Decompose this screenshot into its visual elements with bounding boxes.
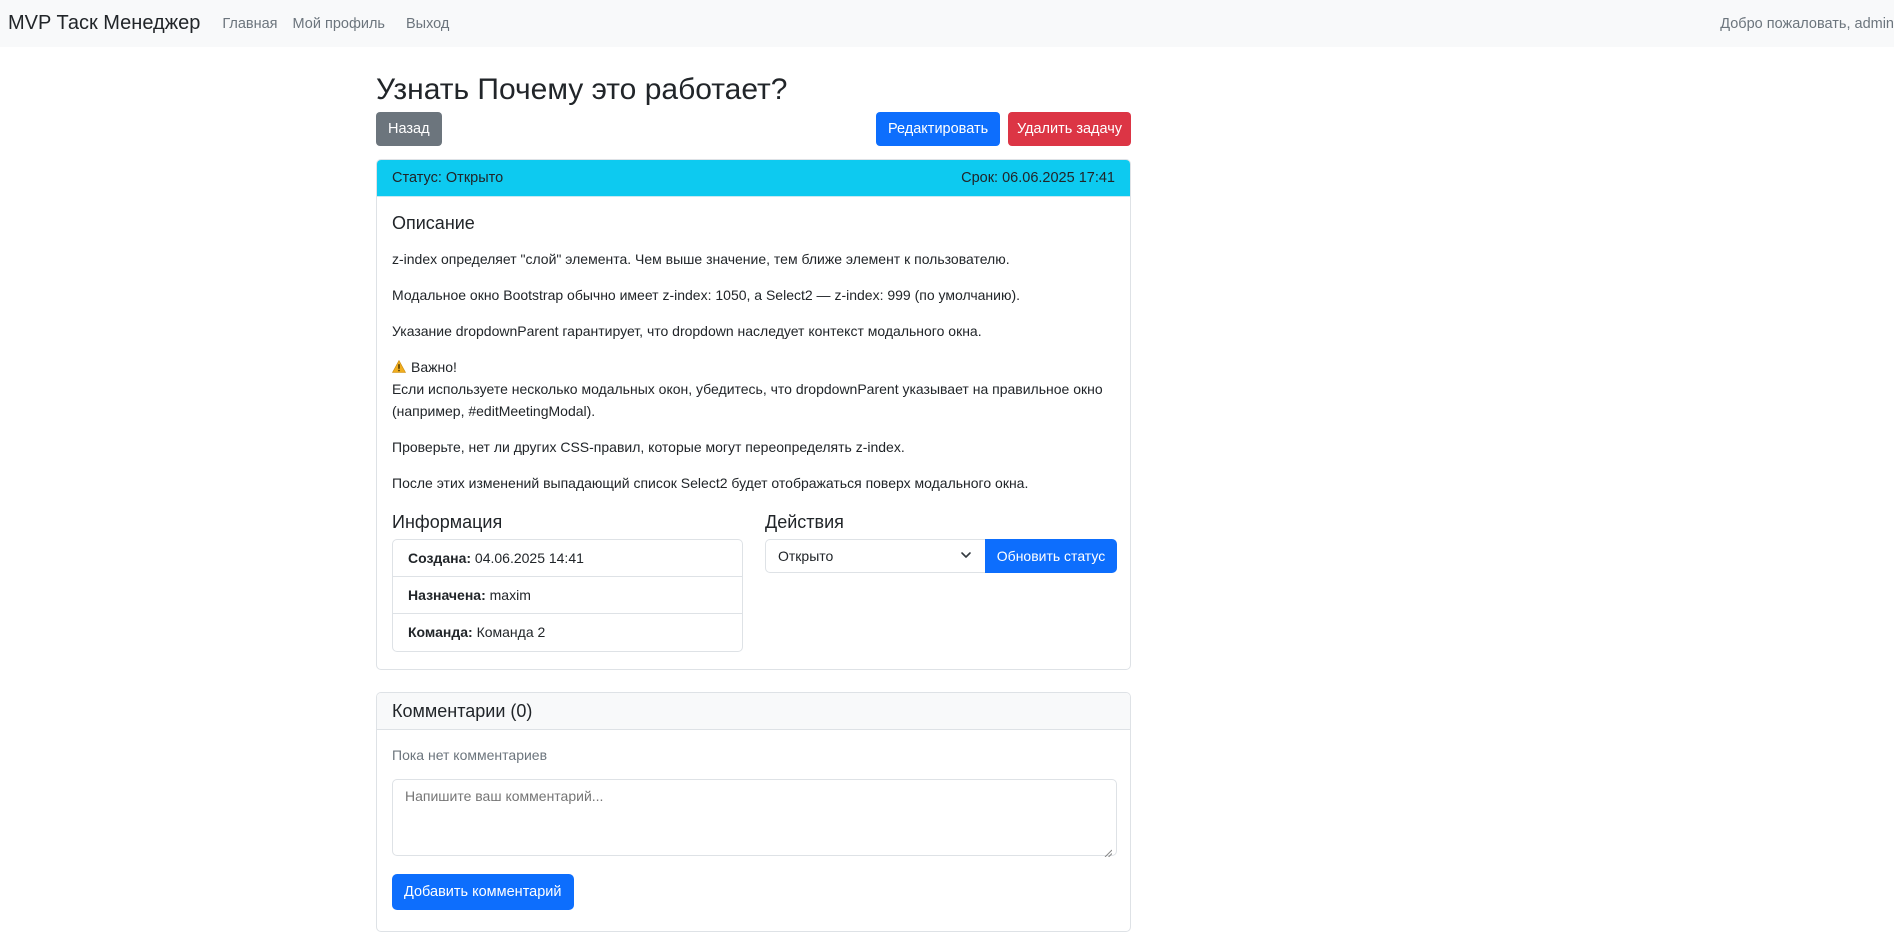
info-assigned: Назначена: maxim [393, 577, 742, 614]
warning-text: Если используете несколько модальных око… [392, 381, 1103, 419]
brand-link[interactable]: MVP Таск Менеджер [8, 12, 200, 35]
description-paragraph: Указание dropdownParent гарантирует, что… [392, 323, 982, 339]
no-comments-text: Пока нет комментариев [392, 747, 548, 763]
comments-card: Комментарии (0) Пока нет комментариев До… [376, 692, 1131, 932]
update-status-button[interactable]: Обновить статус [985, 539, 1117, 573]
team-value: Команда 2 [476, 624, 546, 640]
comments-header: Комментарии (0) [377, 693, 1130, 730]
description-warning: Важно! Если используете несколько модаль… [392, 356, 1115, 422]
description-paragraph: z-index определяет "слой" элемента. Чем … [392, 251, 1010, 267]
chevron-down-icon [961, 552, 971, 558]
info-actions-row: Информация Создана: 04.06.2025 14:41 Наз… [392, 511, 1117, 661]
edit-button[interactable]: Редактировать [876, 112, 1001, 146]
comment-field-wrap [392, 765, 1117, 860]
comments-body: Пока нет комментариев Добавить комментар… [377, 730, 1130, 925]
assigned-label: Назначена: [408, 587, 486, 603]
info-column: Информация Создана: 04.06.2025 14:41 Наз… [392, 511, 743, 652]
status-select[interactable]: Открыто [765, 539, 985, 573]
created-label: Создана: [408, 550, 472, 566]
info-created: Создана: 04.06.2025 14:41 [393, 540, 742, 577]
delete-task-button[interactable]: Удалить задачу [1008, 112, 1131, 146]
actions-column: Действия Открыто Обновить статус [765, 511, 1117, 573]
info-team: Команда: Команда 2 [393, 614, 742, 651]
back-button[interactable]: Назад [376, 112, 442, 146]
actions-heading: Действия [765, 512, 844, 532]
task-toolbar: Назад Редактировать Удалить задачу [376, 112, 1131, 147]
comments-title: Комментарии (0) [392, 700, 533, 721]
description-paragraph: После этих изменений выпадающий список S… [392, 475, 1029, 491]
status-select-value: Открыто [778, 548, 834, 564]
status-text: Статус: Открыто [392, 170, 504, 186]
navbar: MVP Таск Менеджер Главная Мой профиль Вы… [0, 0, 1894, 47]
comment-input[interactable] [392, 779, 1117, 856]
nav-link-home[interactable]: Главная [222, 16, 277, 32]
due-date-text: Срок: 06.06.2025 17:41 [961, 170, 1115, 186]
main-container: Узнать Почему это работает? Назад Редакт… [376, 47, 1131, 932]
description-text: z-index определяет "слой" элемента. Чем … [392, 248, 1115, 494]
nav-link-logout[interactable]: Выход [406, 16, 449, 32]
warning-line: Важно! [392, 356, 1115, 378]
task-card-header: Статус: Открыто Срок: 06.06.2025 17:41 [377, 160, 1130, 197]
info-heading: Информация [392, 512, 503, 532]
status-form: Открыто Обновить статус [765, 539, 1117, 573]
assigned-value: maxim [489, 587, 531, 603]
page-title: Узнать Почему это работает? [376, 73, 788, 106]
warning-icon [392, 360, 406, 373]
resize-grip-icon[interactable] [1104, 849, 1112, 857]
add-comment-button[interactable]: Добавить комментарий [392, 874, 574, 910]
description-paragraph: Проверьте, нет ли других CSS-правил, кот… [392, 439, 905, 455]
created-value: 04.06.2025 14:41 [474, 550, 584, 566]
team-label: Команда: [408, 624, 473, 640]
task-card: Статус: Открыто Срок: 06.06.2025 17:41 О… [376, 159, 1131, 670]
info-list: Создана: 04.06.2025 14:41 Назначена: max… [392, 539, 743, 652]
task-card-body: Описание z-index определяет "слой" элеме… [377, 197, 1130, 661]
nav-link-profile[interactable]: Мой профиль [293, 16, 385, 32]
warning-label: Важно! [411, 359, 457, 375]
description-heading: Описание [392, 213, 475, 233]
description-paragraph: Модальное окно Bootstrap обычно имеет z-… [392, 287, 1021, 303]
welcome-text: Добро пожаловать, admin [1720, 15, 1894, 32]
